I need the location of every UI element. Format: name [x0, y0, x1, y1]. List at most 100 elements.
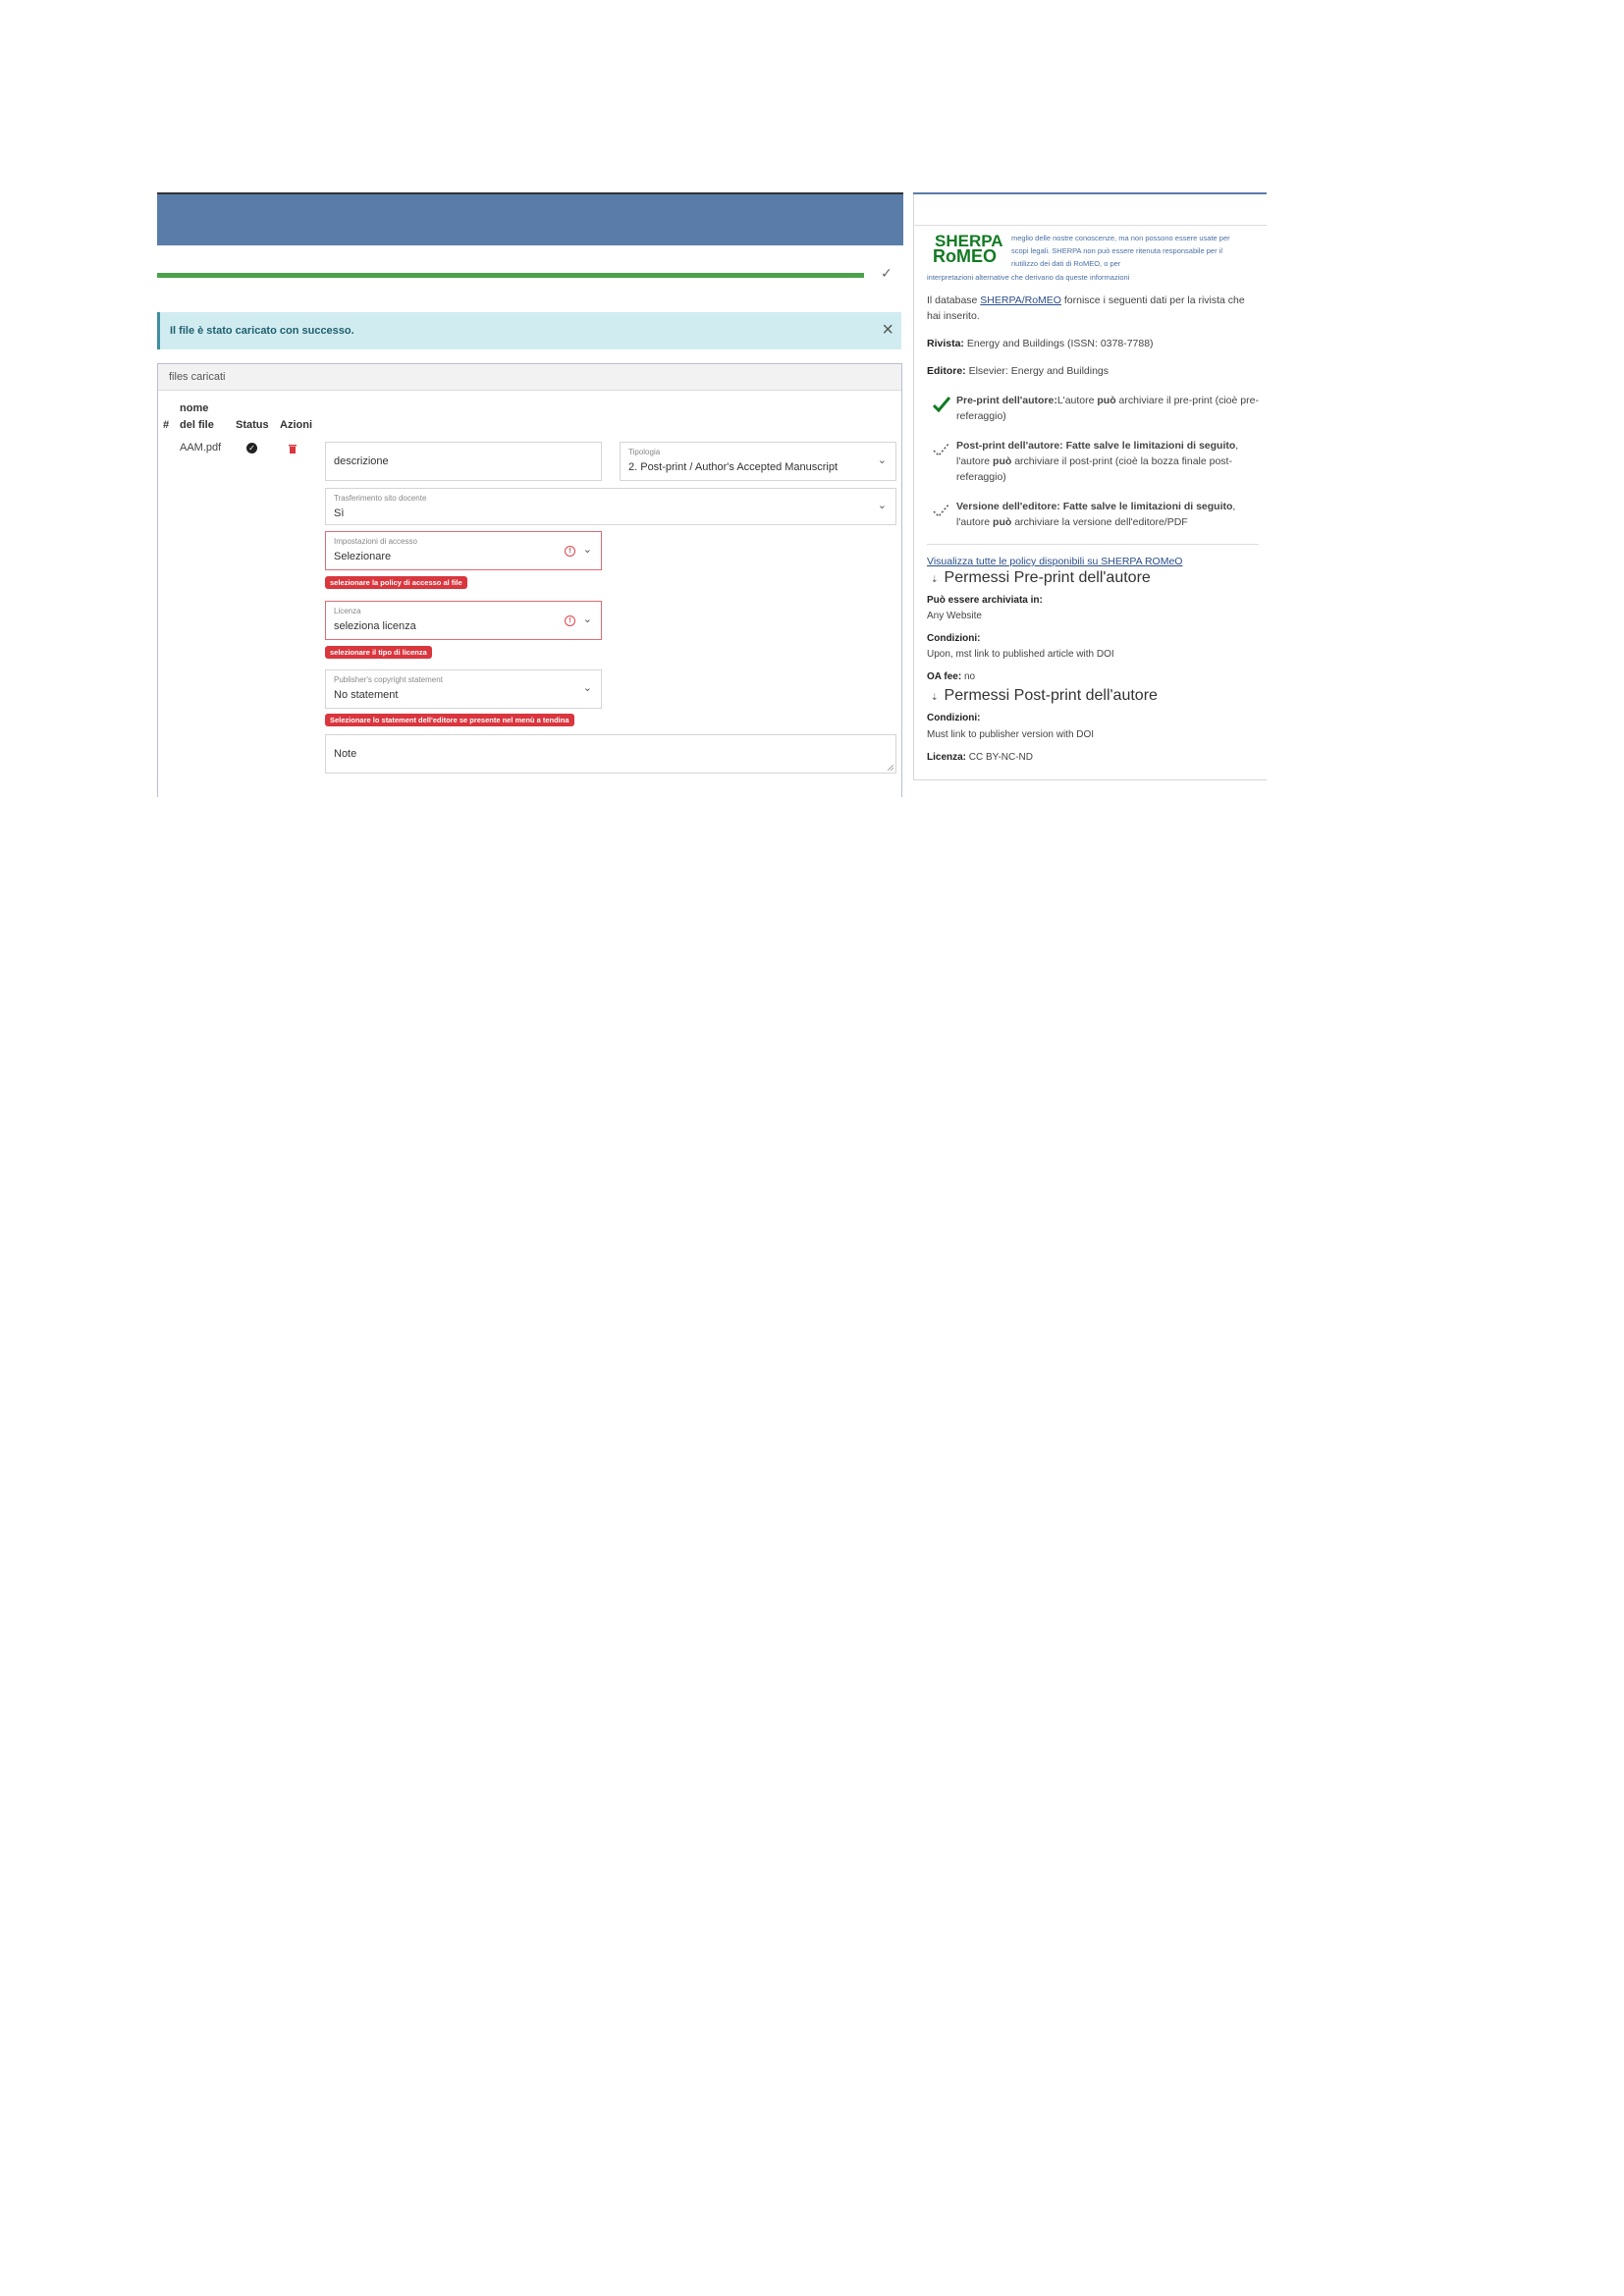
collapse-arrow-icon: ⇣	[931, 574, 939, 584]
preprint-permissions-section[interactable]: ⇣ Permessi Pre-print dell'autore	[931, 569, 1151, 587]
trash-icon[interactable]	[289, 445, 297, 454]
publisher-version-text: Versione dell'editore: Fatte salve le li…	[956, 499, 1271, 530]
licenza-select[interactable]: Licenza seleziona licenza ! ⌄	[325, 601, 602, 640]
licenza-value: CC BY-NC-ND	[966, 752, 1033, 763]
column-header-number: #	[163, 419, 170, 431]
pre-condizioni-label: Condizioni:	[927, 633, 981, 644]
preprint-section-title: Permessi Pre-print dell'autore	[944, 569, 1151, 586]
chevron-down-icon: ⌄	[582, 682, 592, 694]
accesso-label: Impostazioni di accesso	[334, 537, 417, 546]
policy-link-line: Visualizza tutte le policy disponibili s…	[927, 554, 1182, 569]
postprint-permission: Post-print dell'autore: Fatte salve le l…	[927, 438, 1261, 487]
preprint-text-a: L'autore	[1056, 395, 1098, 406]
policy-link[interactable]: Visualizza tutte le policy disponibili s…	[927, 556, 1182, 567]
tipologia-value: 2. Post-print / Author's Accepted Manusc…	[628, 461, 839, 473]
preprint-permission: Pre-print dell'autore:L'autore può archi…	[927, 393, 1261, 426]
trasferimento-value: Sì	[334, 507, 345, 519]
postprint-label: Post-print dell'autore: Fatte salve le l…	[956, 440, 1236, 452]
chevron-down-icon: ⌄	[877, 454, 887, 466]
licenza-error-badge: selezionare il tipo di licenza	[325, 646, 432, 659]
licenza-value: seleziona licenza	[334, 620, 416, 632]
accesso-value: Selezionare	[334, 551, 392, 562]
post-condizioni-value: Must link to publisher version with DOI	[927, 729, 1095, 740]
sherpa-romeo-logo: SHERPA RoMEO	[933, 232, 1003, 266]
error-icon: !	[565, 546, 575, 557]
editore-line: Editore: Elsevier: Energy and Buildings	[927, 363, 1109, 379]
sherpa-romeo-panel: SHERPA RoMEO meglio delle nostre conosce…	[913, 192, 1267, 781]
panel-divider	[913, 225, 1267, 226]
upload-panel: ✓ Il file è stato caricato con successo.…	[157, 192, 903, 797]
copyright-statement-value: No statement	[334, 689, 399, 701]
rivista-line: Rivista: Energy and Buildings (ISSN: 037…	[927, 336, 1154, 351]
collapse-arrow-icon: ⇣	[931, 692, 939, 702]
check-icon: ✓	[881, 265, 893, 281]
sherpa-romeo-link[interactable]: SHERPA/RoMEO	[980, 294, 1061, 306]
oa-fee-line: OA fee: no	[927, 669, 975, 685]
copyright-error-badge: Selezionare lo statement dell'editore se…	[325, 714, 574, 726]
dashed-check-icon	[933, 503, 950, 518]
pre-condizioni-value: Upon, mst link to published article with…	[927, 649, 1114, 660]
pre-archiviata-label: Può essere archiviata in:	[927, 595, 1043, 606]
logo-text-bottom: RoMEO	[933, 246, 997, 266]
upload-progress-bar	[157, 273, 864, 278]
uploaded-files-heading: files caricati	[158, 364, 901, 391]
editore-value: Elsevier: Energy and Buildings	[965, 365, 1110, 377]
close-icon[interactable]: ×	[882, 320, 893, 340]
chevron-down-icon: ⌄	[582, 614, 592, 625]
disclaimer-text: meglio delle nostre conoscenze, ma non p…	[1011, 234, 1230, 268]
panel-header-band	[157, 192, 903, 245]
post-condizioni-label-line: Condizioni:	[927, 711, 980, 726]
trasferimento-label: Trasferimento sito docente	[334, 494, 427, 503]
upload-progress-fill	[157, 273, 864, 278]
preprint-label: Pre-print dell'autore:	[956, 395, 1057, 406]
uploaded-files-table: files caricati # nome del file Status Az…	[157, 363, 902, 797]
licenza-label: Licenza	[334, 607, 361, 615]
green-check-icon	[933, 397, 950, 412]
copyright-statement-label: Publisher's copyright statement	[334, 675, 443, 684]
intro-text: Il database SHERPA/RoMEO fornisce i segu…	[927, 293, 1256, 324]
success-alert-message: Il file è stato caricato con successo.	[170, 325, 354, 337]
divider	[927, 544, 1259, 545]
oa-fee-label: OA fee:	[927, 671, 962, 682]
pre-condizioni-label-line: Condizioni:	[927, 631, 980, 647]
pre-archiviata-label-line: Può essere archiviata in:	[927, 593, 1043, 609]
postprint-text: Post-print dell'autore: Fatte salve le l…	[956, 438, 1271, 485]
rivista-label: Rivista:	[927, 338, 964, 349]
publisher-version-text-b: archiviare la versione dell'editore/PDF	[1011, 516, 1188, 528]
editore-label: Editore:	[927, 365, 966, 377]
oa-fee-value: no	[961, 671, 976, 682]
accesso-error-badge: selezionare la policy di accesso al file	[325, 576, 467, 589]
copyright-statement-select[interactable]: Publisher's copyright statement No state…	[325, 669, 602, 709]
postprint-permissions-section[interactable]: ⇣ Permessi Post-print dell'autore	[931, 687, 1158, 705]
intro-text-start: Il database	[927, 294, 981, 306]
note-placeholder: Note	[334, 748, 357, 760]
column-header-actions: Azioni	[280, 419, 312, 431]
resize-handle-icon[interactable]	[888, 765, 893, 771]
error-icon: !	[565, 615, 575, 626]
publisher-version-bold: può	[993, 516, 1012, 528]
column-header-file-name: nome del file	[180, 402, 214, 431]
dashed-check-icon	[933, 442, 950, 457]
licenza-label: Licenza:	[927, 752, 967, 763]
tipologia-label: Tipologia	[628, 448, 661, 456]
descrizione-field[interactable]: descrizione	[325, 442, 602, 481]
accesso-select[interactable]: Impostazioni di accesso Selezionare ! ⌄	[325, 531, 602, 570]
licenza-line: Licenza: CC BY-NC-ND	[927, 750, 1033, 766]
column-header-status: Status	[236, 419, 269, 431]
success-alert: Il file è stato caricato con successo. ×	[157, 312, 901, 349]
check-circle-icon: ✓	[246, 443, 257, 454]
postprint-section-title: Permessi Post-print dell'autore	[944, 687, 1158, 704]
post-condizioni-label: Condizioni:	[927, 713, 981, 723]
disclaimer-text-continued: interpretazioni alternative che derivano…	[927, 273, 1130, 282]
file-name-cell[interactable]: AAM.pdf	[180, 442, 221, 454]
tipologia-select[interactable]: Tipologia 2. Post-print / Author's Accep…	[620, 442, 896, 481]
chevron-down-icon: ⌄	[877, 500, 887, 511]
note-textarea[interactable]: Note	[325, 734, 896, 774]
chevron-down-icon: ⌄	[582, 544, 592, 556]
descrizione-placeholder: descrizione	[334, 455, 389, 467]
publisher-version-permission: Versione dell'editore: Fatte salve le li…	[927, 499, 1261, 532]
rivista-value: Energy and Buildings (ISSN: 0378-7788)	[963, 338, 1154, 349]
trasferimento-select[interactable]: Trasferimento sito docente Sì ⌄	[325, 488, 896, 525]
postprint-bold: può	[993, 455, 1012, 467]
pre-archiviata-value: Any Website	[927, 611, 982, 621]
